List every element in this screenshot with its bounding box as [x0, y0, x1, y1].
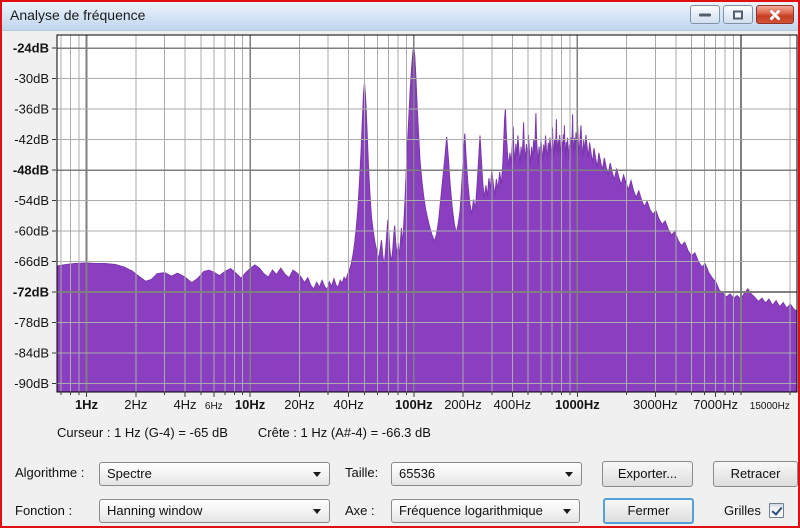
- cursor-readout: Curseur : 1 Hz (G-4) = -65 dB: [57, 425, 228, 440]
- svg-text:20Hz: 20Hz: [284, 397, 314, 412]
- svg-text:1000Hz: 1000Hz: [555, 397, 600, 412]
- chevron-down-icon: [565, 472, 573, 477]
- svg-text:-30dB: -30dB: [14, 71, 49, 86]
- window-controls: [690, 5, 794, 24]
- svg-text:7000Hz: 7000Hz: [693, 397, 738, 412]
- svg-text:1Hz: 1Hz: [75, 397, 99, 412]
- minimize-icon: [699, 13, 711, 16]
- axis-label: Axe :: [345, 499, 375, 523]
- title-bar: Analyse de fréquence: [2, 2, 798, 31]
- spectrum-plot[interactable]: 1Hz 2Hz 4Hz 6Hz 10Hz 20Hz 40Hz 100Hz 200Hz 400Hz 1…: [2, 30, 798, 424]
- svg-text:-60dB: -60dB: [14, 224, 49, 239]
- size-value: 65536: [399, 463, 435, 485]
- size-dropdown[interactable]: 65536: [391, 462, 582, 486]
- close-dialog-button[interactable]: Fermer: [603, 498, 694, 524]
- minimize-button[interactable]: [690, 5, 720, 24]
- function-label: Fonction :: [15, 499, 72, 523]
- algorithm-dropdown[interactable]: Spectre: [99, 462, 330, 486]
- svg-text:10Hz: 10Hz: [235, 397, 266, 412]
- svg-text:40Hz: 40Hz: [333, 397, 363, 412]
- chevron-down-icon: [313, 509, 321, 514]
- chevron-down-icon: [563, 509, 571, 514]
- function-value: Hanning window: [107, 500, 202, 522]
- window-title: Analyse de fréquence: [10, 2, 145, 29]
- svg-text:-54dB: -54dB: [14, 193, 49, 208]
- peak-readout: Crête : 1 Hz (A#-4) = -66.3 dB: [258, 425, 431, 440]
- grids-checkbox[interactable]: [769, 503, 784, 518]
- svg-text:200Hz: 200Hz: [444, 397, 482, 412]
- frequency-analysis-window: Analyse de fréquence 1Hz 2Hz 4Hz 6Hz 10Hz 20H…: [0, 0, 800, 528]
- axis-value: Fréquence logarithmique: [399, 500, 543, 522]
- svg-text:4Hz: 4Hz: [173, 397, 196, 412]
- maximize-button[interactable]: [723, 5, 753, 24]
- svg-text:-48dB: -48dB: [13, 163, 49, 178]
- svg-text:-36dB: -36dB: [14, 102, 49, 117]
- svg-text:-24dB: -24dB: [13, 41, 49, 56]
- close-button[interactable]: [756, 5, 794, 24]
- maximize-icon: [733, 10, 743, 19]
- replot-button[interactable]: Retracer: [713, 461, 798, 487]
- x-axis-labels: 1Hz 2Hz 4Hz 6Hz 10Hz 20Hz 40Hz 100Hz 200Hz 400Hz 1…: [75, 397, 790, 412]
- svg-text:2Hz: 2Hz: [124, 397, 147, 412]
- close-icon: [769, 8, 782, 21]
- svg-text:-84dB: -84dB: [14, 345, 49, 360]
- algorithm-label: Algorithme :: [15, 461, 84, 485]
- axis-dropdown[interactable]: Fréquence logarithmique: [391, 499, 580, 523]
- svg-text:100Hz: 100Hz: [395, 397, 433, 412]
- svg-text:3000Hz: 3000Hz: [633, 397, 678, 412]
- svg-text:15000Hz: 15000Hz: [750, 401, 790, 412]
- svg-text:-66dB: -66dB: [14, 254, 49, 269]
- svg-text:400Hz: 400Hz: [494, 397, 532, 412]
- size-label: Taille:: [345, 461, 378, 485]
- svg-text:6Hz: 6Hz: [205, 401, 223, 412]
- svg-text:-42dB: -42dB: [14, 132, 49, 147]
- function-dropdown[interactable]: Hanning window: [99, 499, 330, 523]
- chevron-down-icon: [313, 472, 321, 477]
- y-axis-labels: -24dB -30dB -36dB -42dB -48dB -54dB -60dB -66dB…: [13, 41, 49, 391]
- export-button[interactable]: Exporter...: [602, 461, 693, 487]
- svg-text:-78dB: -78dB: [14, 315, 49, 330]
- svg-text:-72dB: -72dB: [13, 285, 49, 300]
- svg-text:-90dB: -90dB: [14, 376, 49, 391]
- grids-label: Grilles: [724, 499, 761, 523]
- algorithm-value: Spectre: [107, 463, 152, 485]
- status-line: Curseur : 1 Hz (G-4) = -65 dB Crête : 1 H…: [57, 425, 431, 440]
